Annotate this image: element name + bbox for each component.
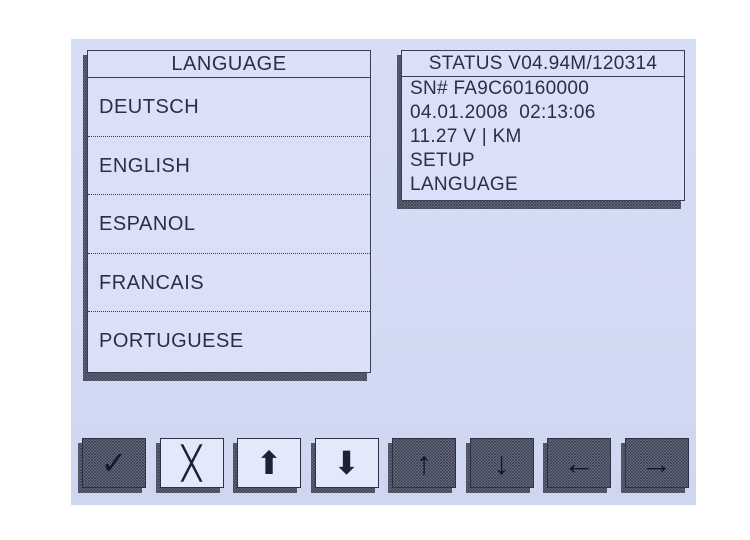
page-up-button[interactable]: ⬆: [237, 438, 301, 488]
right-button[interactable]: →: [624, 438, 689, 488]
bold-arrow-down-icon: ⬇: [333, 445, 360, 481]
language-item-english[interactable]: ENGLISH: [88, 137, 370, 195]
check-icon: ✓: [100, 445, 128, 481]
page-down-button[interactable]: ⬇: [314, 438, 379, 488]
x-icon: ╳: [181, 445, 202, 481]
arrow-up-icon: ↑: [416, 445, 432, 481]
arrow-right-icon: →: [640, 445, 673, 481]
language-panel: LANGUAGE DEUTSCH ENGLISH ESPANOL FRANCAI…: [83, 50, 371, 381]
left-button[interactable]: ←: [547, 438, 611, 488]
button-bar: ✓ ╳ ⬆ ⬇ ↑ ↓ ← →: [71, 438, 696, 498]
bold-arrow-up-icon: ⬆: [255, 445, 283, 481]
language-list: LANGUAGE DEUTSCH ENGLISH ESPANOL FRANCAI…: [87, 50, 371, 373]
arrow-down-icon: ↓: [493, 445, 510, 481]
status-title: STATUS V04.94M/120314: [402, 51, 684, 77]
device-screen: LANGUAGE DEUTSCH ENGLISH ESPANOL FRANCAI…: [71, 39, 696, 505]
up-button[interactable]: ↑: [392, 438, 456, 488]
voltage-unit: 11.27 V | KM: [410, 126, 522, 147]
language-panel-title: LANGUAGE: [88, 51, 370, 78]
cancel-button[interactable]: ╳: [159, 438, 224, 488]
language-item-espanol[interactable]: ESPANOL: [88, 195, 370, 254]
status-box: STATUS V04.94M/120314 SN# FA9C60160000 0…: [401, 50, 685, 201]
menu-path-language: LANGUAGE: [410, 174, 518, 195]
date-time: 04.01.2008 02:13:06: [410, 102, 596, 123]
language-item-portuguese[interactable]: PORTUGUESE: [88, 312, 370, 371]
down-button[interactable]: ↓: [469, 438, 534, 488]
menu-path-setup: SETUP: [410, 150, 475, 171]
status-panel: STATUS V04.94M/120314 SN# FA9C60160000 0…: [397, 50, 685, 209]
language-item-deutsch[interactable]: DEUTSCH: [88, 78, 370, 137]
confirm-button[interactable]: ✓: [82, 438, 146, 488]
arrow-left-icon: ←: [563, 445, 595, 481]
serial-number: SN# FA9C60160000: [410, 78, 590, 99]
language-item-francais[interactable]: FRANCAIS: [88, 254, 370, 312]
